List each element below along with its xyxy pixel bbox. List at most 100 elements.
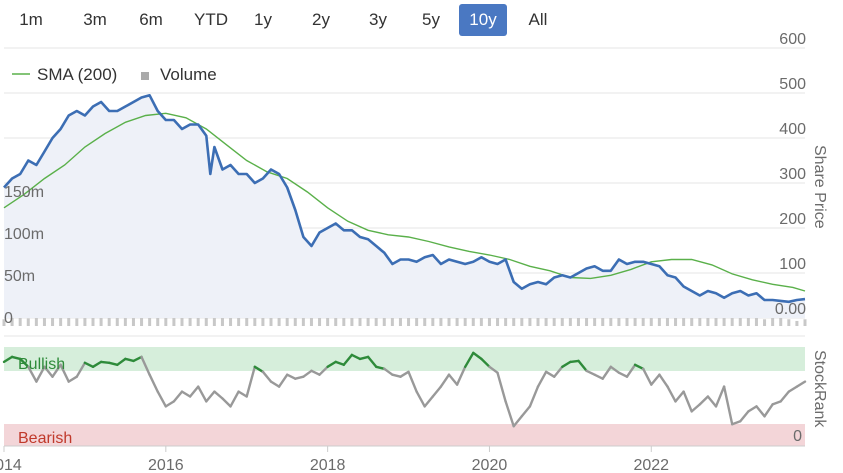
bearish-label: Bearish (18, 430, 72, 447)
stockrank-segment (682, 390, 693, 413)
stockrank-segment (528, 385, 540, 408)
stockrank-segment (731, 420, 742, 426)
stockrank-segment (787, 385, 799, 393)
stockrank-segment (261, 370, 273, 383)
range-button-3m[interactable]: 3m (72, 4, 118, 36)
stockrank-segment (213, 390, 224, 400)
stockrank-segment (67, 375, 79, 383)
stockrank-segment (747, 405, 758, 413)
stockrank-segment (245, 365, 257, 398)
stockrank-segment (148, 373, 159, 393)
price-axis-title: Share Price (811, 145, 828, 229)
volume-bar (698, 317, 702, 326)
stockrank-segment (294, 375, 305, 380)
volume-bar (75, 318, 79, 326)
stockrank-segment (399, 370, 410, 378)
stockrank-segment (496, 371, 507, 403)
volume-bar (803, 319, 807, 326)
range-button-1m[interactable]: 1m (8, 4, 54, 36)
volume-bar (140, 316, 144, 326)
stockrank-segment (642, 367, 653, 386)
stockrank-segment (706, 395, 718, 408)
stockrank-segment (722, 385, 734, 426)
stockrank-segment (763, 403, 774, 418)
range-button-1y[interactable]: 1y (242, 4, 284, 36)
volume-bar (795, 320, 799, 326)
x-tick-label: 2016 (148, 457, 184, 473)
volume-bar (609, 317, 613, 326)
volume-bar (787, 319, 791, 326)
volume-tick-label: 0 (4, 310, 13, 327)
stockrank-segment (164, 400, 176, 408)
stockrank-segment (617, 371, 629, 378)
stockrank-segment (302, 369, 313, 378)
volume-bar (83, 316, 87, 326)
volume-bar (59, 317, 63, 326)
volume-bar (779, 317, 783, 326)
range-button-2y[interactable]: 2y (300, 4, 342, 36)
stockrank-axis-title: StockRank (811, 350, 828, 428)
stockrank-segment (310, 369, 321, 376)
stockrank-segment (569, 359, 580, 364)
stockrank-segment (205, 390, 216, 403)
stockrank-segment (779, 390, 790, 403)
range-button-ytd[interactable]: YTD (182, 4, 240, 36)
stockrank-segment (714, 385, 726, 408)
price-area (4, 95, 805, 318)
price-tick-label: 400 (779, 121, 806, 138)
volume-tick-label: 150m (4, 184, 44, 201)
stockrank-segment (698, 395, 710, 406)
stockrank-segment (221, 397, 232, 408)
stockrank-segment (755, 405, 766, 418)
stockrank-segment (99, 360, 111, 364)
stockrank-segment (795, 380, 807, 388)
volume-tick-label: 100m (4, 226, 44, 243)
stockrank-segment (504, 400, 515, 428)
chart-canvas: Bullish Bearish 0 SMA (200) Volume 600 50… (0, 31, 828, 473)
stockrank-segment (520, 405, 532, 418)
x-tick-label: 2018 (310, 457, 346, 473)
stockrank-segment (269, 380, 281, 388)
range-button-all[interactable]: All (516, 4, 560, 36)
stockrank-segment (431, 385, 443, 398)
stockrank-segment (415, 390, 426, 408)
stockrank-segment (439, 373, 451, 388)
price-tick-label: 0.00 (775, 301, 806, 318)
stockrank-segment (286, 373, 297, 380)
stockrank-segment (237, 390, 248, 398)
volume-bar (633, 317, 637, 326)
range-button-5y[interactable]: 5y (410, 4, 452, 36)
volume-bar (754, 317, 758, 326)
volume-bar (18, 317, 22, 326)
stockrank-segment (423, 395, 434, 408)
stockrank-segment (585, 369, 596, 376)
volume-legend-label[interactable]: Volume (160, 65, 217, 84)
range-button-3y[interactable]: 3y (356, 4, 400, 36)
stockrank-segment (188, 385, 200, 398)
stockrank-zero-label: 0 (793, 428, 802, 445)
stockrank-segment (690, 403, 701, 413)
stockrank-segment (391, 373, 402, 378)
sma-legend-label[interactable]: SMA (200) (37, 65, 117, 84)
volume-tick-label: 50m (4, 268, 35, 285)
stockrank-segment (593, 373, 604, 380)
x-axis: 2014 2016 2018 2020 2022 (0, 446, 669, 473)
x-tick-label: 2020 (472, 457, 508, 473)
volume-bar (730, 317, 734, 326)
price-tick-label: 300 (779, 166, 806, 183)
range-button-10y[interactable]: 10y (459, 4, 507, 36)
volume-bar (674, 317, 678, 326)
price-tick-label: 600 (779, 31, 806, 48)
stockrank-segment (544, 370, 556, 378)
stockrank-segment (447, 373, 459, 386)
stockrank-segment (739, 410, 750, 423)
stockrank-segment (650, 373, 661, 386)
legend[interactable]: SMA (200) Volume (12, 65, 217, 84)
volume-bar (26, 318, 30, 326)
price-axis: 600 500 400 300 200 100 0.00 (775, 31, 806, 318)
bullish-label: Bullish (18, 356, 65, 373)
stockrank-segment (196, 385, 208, 403)
range-button-6m[interactable]: 6m (128, 4, 174, 36)
stockrank-segment (536, 370, 548, 388)
stockrank-segment (666, 385, 677, 403)
